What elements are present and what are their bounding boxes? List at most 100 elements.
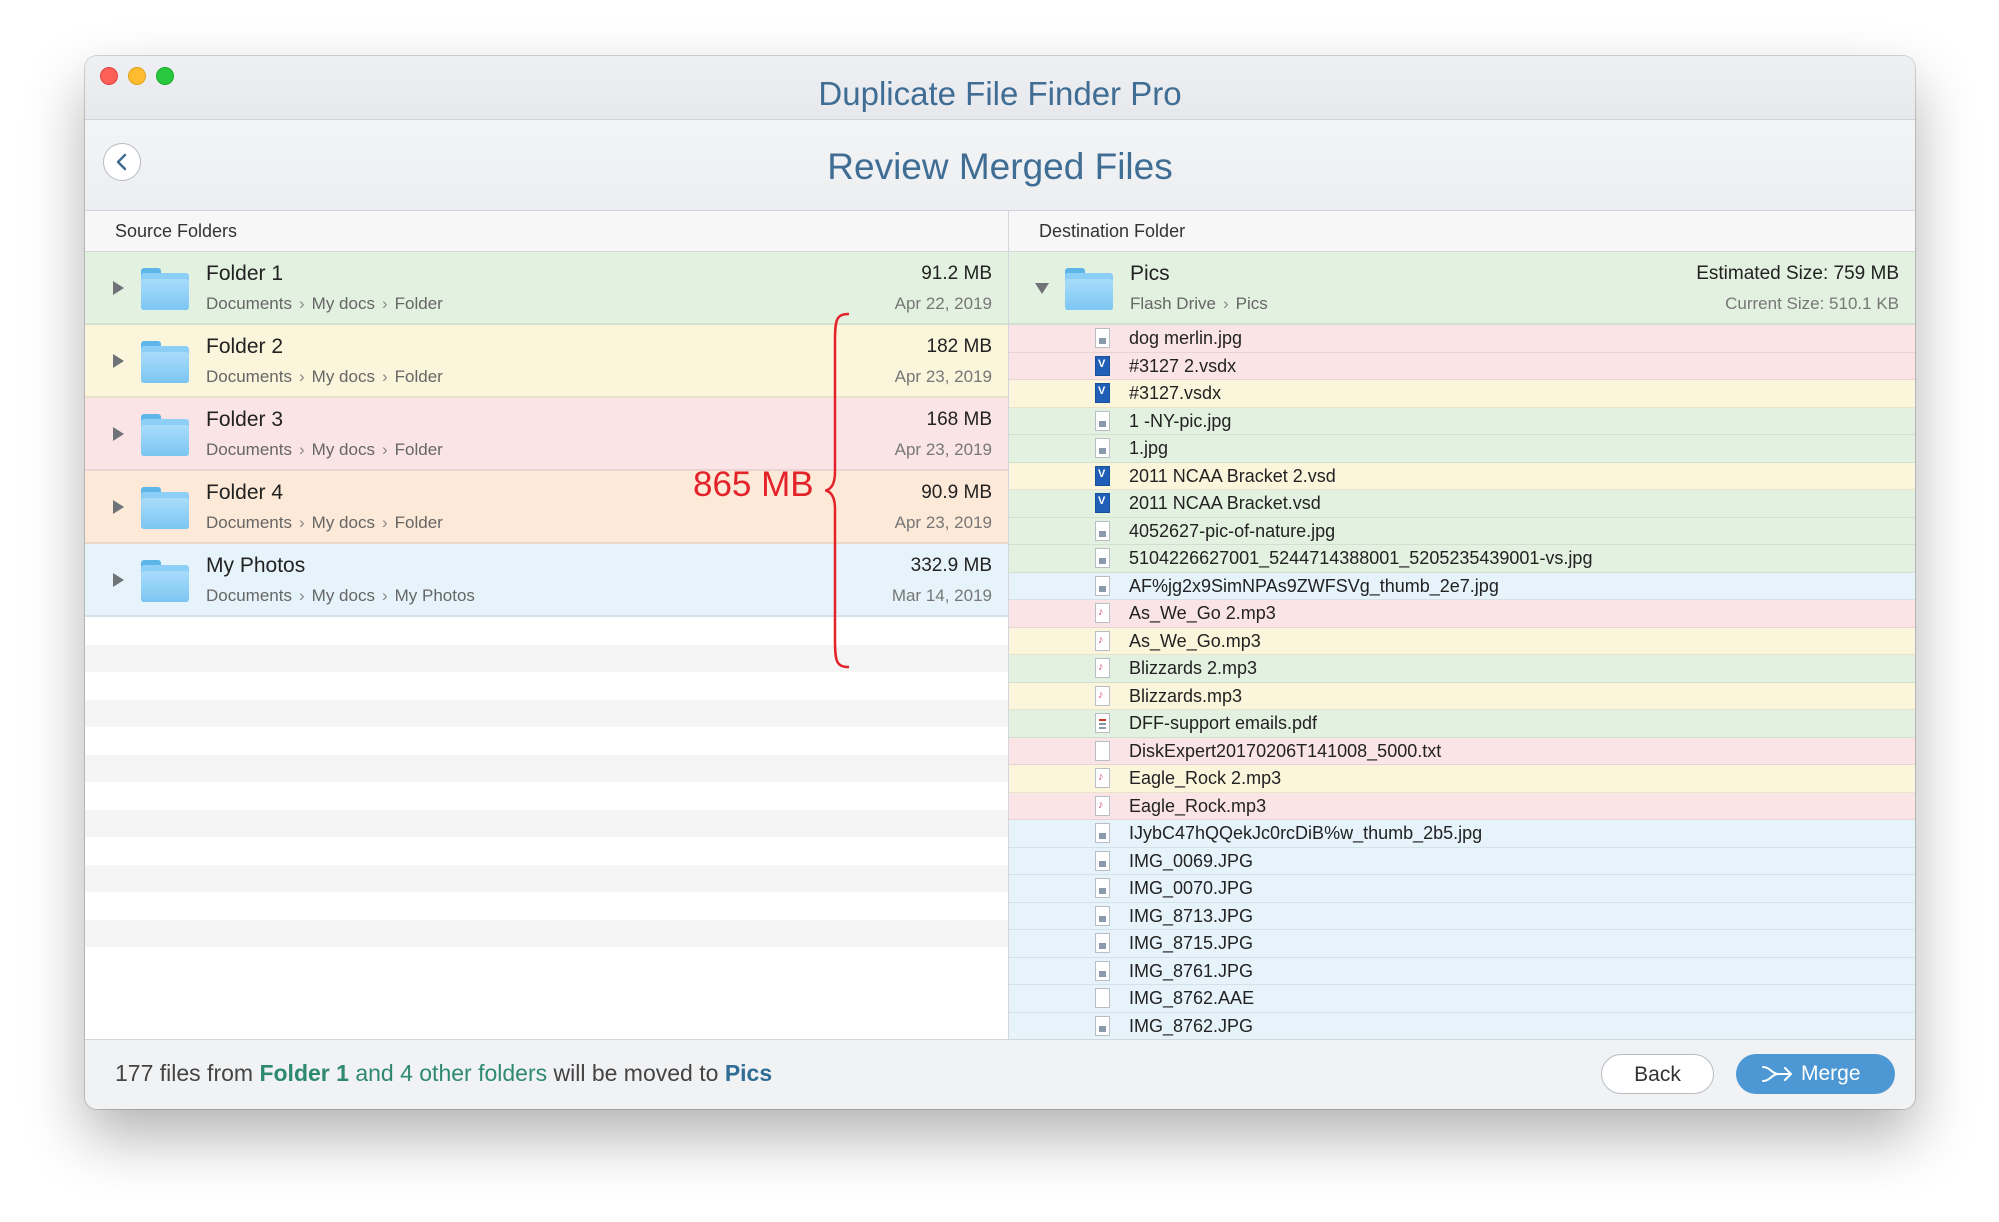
folder-date: Apr 22, 2019 [894,294,992,313]
source-folders-pane: Source Folders Folder 1 Documents › My docs… [85,211,1008,1095]
file-row[interactable]: IMG_0069.JPG [1009,847,1915,875]
image-file-icon [1095,878,1110,898]
source-folder-row[interactable]: Folder 3 Documents › My docs › Folder 168 MB Ap… [85,398,1008,471]
file-row[interactable]: 2011 NCAA Bracket.vsd [1009,490,1915,518]
empty-row [85,699,1008,727]
image-file-icon [1095,905,1110,926]
total-size-annotation: 865 MB [693,465,814,504]
image-file-icon [1095,850,1110,871]
folder-name: My Photos [206,554,306,577]
path-segment: Documents [206,586,292,605]
folder-size: 91.2 MB [921,263,992,284]
empty-row [85,892,1008,920]
empty-rows [85,617,1008,975]
file-name: 1.jpg [1129,438,1169,458]
file-row[interactable]: IMG_8713.JPG [1009,902,1915,930]
file-row[interactable]: 4052627-pic-of-nature.jpg [1009,517,1915,545]
source-folder-list: Folder 1 Documents › My docs › Folder 91.2 MB A… [85,252,1008,617]
path-segment: My Photos [394,586,475,605]
file-row[interactable]: IMG_0070.JPG [1009,875,1915,903]
path-segment: My docs [311,440,375,459]
empty-row [85,864,1008,892]
destination-file-list: dog merlin.jpg #3127 2.vsdx #3127.vsdx 1 -N… [1009,325,1915,1040]
file-row[interactable]: #3127 2.vsdx [1009,352,1915,380]
file-name: IMG_8761.JPG [1129,960,1254,981]
audio-file-icon [1095,768,1110,788]
file-row[interactable]: DFF-support emails.pdf [1009,710,1915,738]
source-folder-row[interactable]: Folder 2 Documents › My docs › Folder 182 MB Ap… [85,325,1008,398]
file-name: IMG_8715.JPG [1129,933,1254,953]
path-separator-icon: › [298,440,305,459]
merge-button-label: Merge [1801,1062,1861,1085]
file-row[interactable]: Blizzards.mp3 [1009,682,1915,710]
file-name: dog merlin.jpg [1129,328,1243,348]
file-row[interactable]: 1.jpg [1009,435,1915,463]
path-segment: Folder [394,513,443,532]
folder-path: Documents › My docs › My Photos [206,586,475,606]
current-size: Current Size: 510.1 KB [1725,294,1899,313]
file-row[interactable]: Eagle_Rock 2.mp3 [1009,765,1915,793]
path-separator-icon: › [298,294,305,313]
path-segment: My docs [311,513,375,532]
summary-count: 177 files from [115,1060,254,1086]
source-folder-row[interactable]: Folder 1 Documents › My docs › Folder 91.2 MB A… [85,252,1008,325]
file-name: AF%jg2x9SimNPAs9ZWFSVg_thumb_2e7.jpg [1129,575,1499,596]
path-separator-icon: › [298,513,305,532]
file-row[interactable]: IMG_8762.JPG [1009,1012,1915,1040]
disclosure-triangle-icon[interactable] [113,573,124,587]
file-row[interactable]: As_We_Go.mp3 [1009,627,1915,655]
image-file-icon [1095,438,1110,458]
source-folder-row[interactable]: My Photos Documents › My docs › My Photos 332.… [85,544,1008,617]
disclosure-triangle-icon[interactable] [113,354,124,368]
merge-button[interactable]: Merge [1736,1054,1895,1094]
summary-source-folder: Folder 1 [259,1060,349,1086]
file-name: 1 -NY-pic.jpg [1129,410,1232,431]
empty-row [85,919,1008,947]
path-segment: Documents [206,513,292,532]
file-name: Blizzards.mp3 [1129,685,1243,706]
path-segment: Flash Drive [1130,294,1216,313]
file-row[interactable]: dog merlin.jpg [1009,325,1915,353]
path-separator-icon: › [1222,294,1229,313]
disclosure-triangle-expanded-icon[interactable] [1035,283,1049,294]
file-row[interactable]: 2011 NCAA Bracket 2.vsd [1009,462,1915,490]
path-segment: My docs [311,586,375,605]
folder-size: 90.9 MB [921,482,992,503]
folder-size: 168 MB [926,409,992,430]
destination-folder-pane: Destination Folder Pics Flash Drive › Pics… [1009,211,1915,1095]
back-button[interactable]: Back [1601,1054,1714,1094]
image-file-icon [1095,933,1110,953]
folder-name: Folder 1 [206,262,284,285]
path-segment: Folder [394,294,443,313]
file-name: #3127 2.vsdx [1129,355,1237,376]
file-row[interactable]: As_We_Go 2.mp3 [1009,600,1915,628]
file-row[interactable]: IMG_8761.JPG [1009,957,1915,985]
folder-path: Documents › My docs › Folder [206,440,443,460]
file-row[interactable]: Eagle_Rock.mp3 [1009,792,1915,820]
disclosure-triangle-icon[interactable] [113,427,124,441]
path-separator-icon: › [381,586,388,605]
file-name: IMG_8762.AAE [1129,988,1255,1008]
image-file-icon [1095,410,1110,431]
source-folder-row[interactable]: Folder 4 Documents › My docs › Folder 90.9 MB A… [85,471,1008,544]
path-segment: Pics [1235,294,1268,313]
destination-folder-row[interactable]: Pics Flash Drive › Pics Estimated Size: 75… [1009,252,1915,325]
folder-name: Folder 4 [206,481,284,504]
file-row[interactable]: DiskExpert20170206T141008_5000.txt [1009,737,1915,765]
folder-icon [141,487,189,529]
file-row[interactable]: Blizzards 2.mp3 [1009,655,1915,683]
file-name: As_We_Go.mp3 [1129,630,1261,651]
file-row[interactable]: #3127.vsdx [1009,380,1915,408]
path-separator-icon: › [381,367,388,386]
file-row[interactable]: 5104226627001_5244714388001_520523543900… [1009,545,1915,573]
file-row[interactable]: IMG_8715.JPG [1009,930,1915,958]
file-row[interactable]: 1 -NY-pic.jpg [1009,407,1915,435]
disclosure-triangle-icon[interactable] [113,500,124,514]
path-segment: Folder [394,367,443,386]
file-row[interactable]: IMG_8762.AAE [1009,985,1915,1013]
curly-brace-icon [825,312,850,669]
disclosure-triangle-icon[interactable] [113,281,124,295]
file-row[interactable]: IJybC47hQQekJc0rcDiB%w_thumb_2b5.jpg [1009,820,1915,848]
file-row[interactable]: AF%jg2x9SimNPAs9ZWFSVg_thumb_2e7.jpg [1009,572,1915,600]
path-segment: Documents [206,440,292,459]
